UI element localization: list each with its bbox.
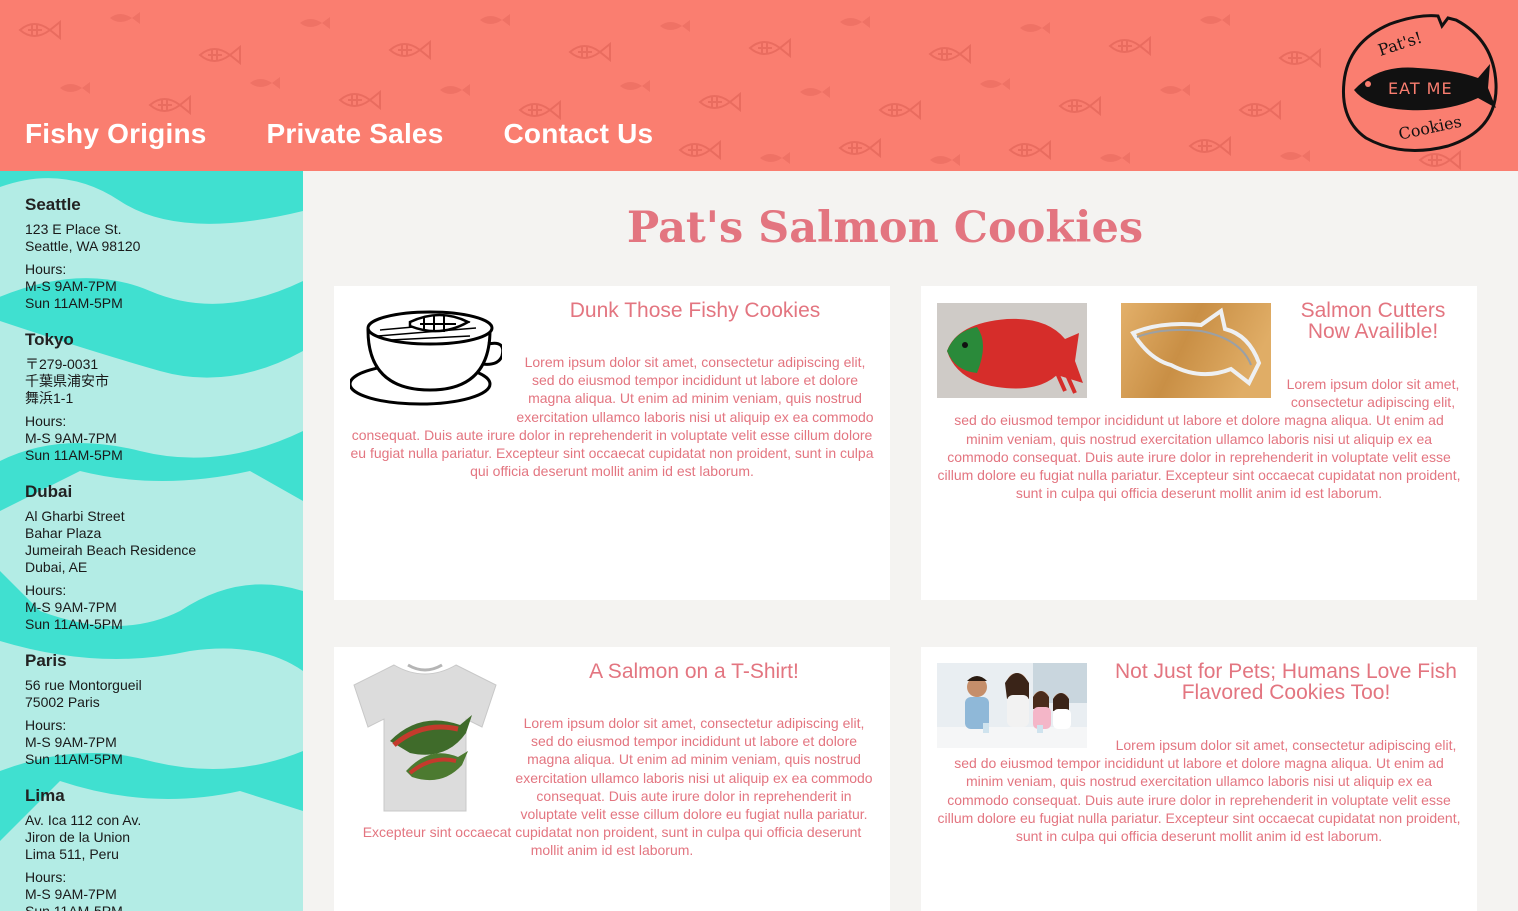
locations-sidebar: Seattle 123 E Place St. Seattle, WA 9812…	[0, 171, 303, 911]
address-line: Bahar Plaza	[25, 525, 102, 541]
address-line: Lima 511, Peru	[25, 846, 119, 862]
card-salmon-cutters: Salmon Cutters Now Availible! Lorem ipsu…	[921, 286, 1477, 600]
hours-line: M-S 9AM-7PM	[25, 278, 117, 294]
location-dubai: Dubai Al Gharbi Street Bahar Plaza Jumei…	[25, 482, 295, 633]
location-tokyo: Tokyo 〒279-0031 千葉県浦安市 舞浜1-1 Hours: M-S …	[25, 330, 295, 464]
hours-line: M-S 9AM-7PM	[25, 886, 117, 902]
family-photo-image	[937, 663, 1087, 748]
hours-label: Hours:	[25, 717, 67, 733]
location-city: Tokyo	[25, 330, 74, 349]
nav-private-sales[interactable]: Private Sales	[267, 118, 444, 150]
address-line: Dubai, AE	[25, 559, 88, 575]
address-line: 舞浜1-1	[25, 390, 74, 406]
card-salmon-tshirt: A Salmon on a T-Shirt! Lorem ipsum dolor…	[334, 647, 890, 911]
hours-label: Hours:	[25, 261, 67, 277]
tshirt-image	[350, 661, 500, 816]
address-line: Jiron de la Union	[25, 829, 131, 845]
hours-label: Hours:	[25, 413, 67, 429]
hours-line: Sun 11AM-5PM	[25, 295, 123, 311]
hours-line: Sun 11AM-5PM	[25, 616, 123, 632]
location-city: Lima	[25, 786, 65, 805]
main-nav: Fishy Origins Private Sales Contact Us	[25, 118, 653, 150]
hours-line: Sun 11AM-5PM	[25, 751, 123, 767]
address-line: Av. Ica 112 con Av.	[25, 812, 142, 828]
salmon-cookie-image	[937, 303, 1087, 398]
hours-line: M-S 9AM-7PM	[25, 734, 117, 750]
hours-line: M-S 9AM-7PM	[25, 430, 117, 446]
location-lima: Lima Av. Ica 112 con Av. Jiron de la Uni…	[25, 786, 295, 911]
hours-line: M-S 9AM-7PM	[25, 599, 117, 615]
nav-contact-us[interactable]: Contact Us	[503, 118, 653, 150]
location-paris: Paris 56 rue Montorgueil 75002 Paris Hou…	[25, 651, 295, 768]
address-line: Jumeirah Beach Residence	[25, 542, 197, 558]
site-logo[interactable]: Pat's! EAT ME Cookies	[1338, 12, 1503, 154]
hours-line: Sun 11AM-5PM	[25, 447, 123, 463]
card-dunk-cookies: Dunk Those Fishy Cookies Lorem ipsum dol…	[334, 286, 890, 600]
hours-label: Hours:	[25, 869, 67, 885]
address-line: 56 rue Montorgueil	[25, 677, 142, 693]
logo-bottom-text: Cookies	[1397, 112, 1464, 144]
logo-middle-text: EAT ME	[1388, 79, 1453, 98]
card-body: Lorem ipsum dolor sit amet, consectetur …	[937, 737, 1461, 845]
address-line: 75002 Paris	[25, 694, 100, 710]
location-city: Dubai	[25, 482, 73, 501]
nav-fishy-origins[interactable]: Fishy Origins	[25, 118, 207, 150]
location-city: Paris	[25, 651, 67, 670]
site-header: Fishy Origins Private Sales Contact Us P…	[0, 0, 1518, 171]
logo-top-text: Pat's!	[1376, 28, 1425, 60]
hours-label: Hours:	[25, 582, 67, 598]
address-line: Al Gharbi Street	[25, 508, 125, 524]
card-humans-love-cookies: Not Just for Pets; Humans Love Fish Flav…	[921, 647, 1477, 911]
cookie-cutter-image	[1121, 303, 1271, 398]
teacup-fish-image	[350, 310, 502, 406]
address-line: 〒279-0031	[25, 356, 99, 372]
page-title: Pat's Salmon Cookies	[626, 203, 1144, 253]
address-line: 千葉県浦安市	[25, 373, 109, 389]
hours-line: Sun 11AM-5PM	[25, 903, 123, 911]
